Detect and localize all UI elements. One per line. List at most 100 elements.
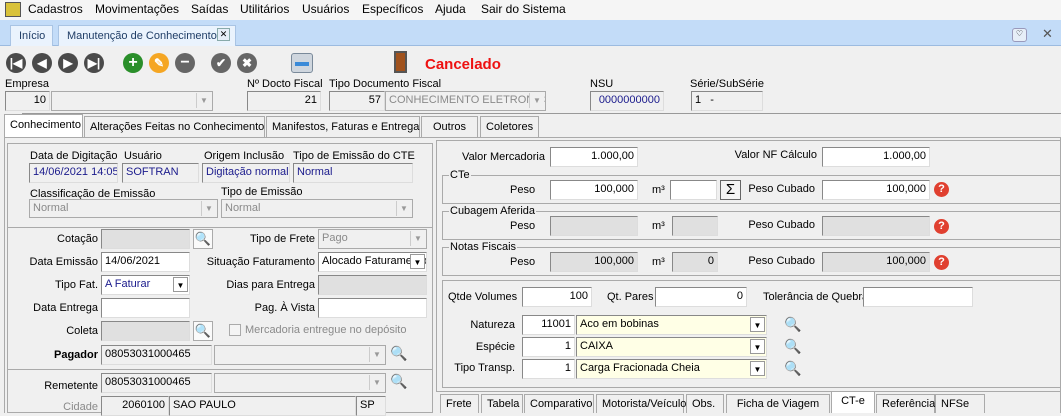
tab-obs[interactable]: Obs.	[686, 394, 724, 413]
help-icon[interactable]: ?	[934, 182, 949, 197]
pagador-select[interactable]: ▼	[214, 345, 386, 365]
menu-sair[interactable]: Sair do Sistema	[481, 2, 566, 16]
help-icon[interactable]: ?	[934, 219, 949, 234]
tab-alteracoes[interactable]: Alterações Feitas no Conhecimento	[84, 116, 265, 137]
remetente-label: Remetente	[44, 380, 98, 392]
tab-conhecimento[interactable]: Conhecimento	[4, 114, 83, 137]
tab-frete[interactable]: Frete	[440, 394, 479, 413]
docto-field[interactable]: 21	[247, 91, 321, 111]
classif-select[interactable]: Normal ▼	[29, 199, 218, 218]
qt-pares-field[interactable]: 0	[655, 287, 747, 307]
dias-field[interactable]	[318, 275, 427, 295]
menu-especificos[interactable]: Específicos	[362, 2, 423, 16]
natureza-search-icon[interactable]: 🔍	[784, 316, 801, 333]
first-record-icon[interactable]: |◀	[6, 53, 26, 73]
data-entrega-field[interactable]	[101, 298, 190, 318]
especie-search-icon[interactable]: 🔍	[784, 338, 801, 355]
tipo-doc-code-field[interactable]: 57	[329, 91, 385, 111]
serie-field[interactable]: 1 -	[691, 91, 763, 111]
natureza-select[interactable]: Aco em bobinas ▼	[576, 315, 767, 335]
cte-m3-field[interactable]	[670, 180, 717, 200]
cte-peso-field[interactable]: 100,000	[550, 180, 638, 200]
nf-group-title: Notas Fiscais	[449, 241, 518, 253]
menu-cadastros[interactable]: Cadastros	[28, 2, 83, 16]
tipo-transp-select[interactable]: Carga Fracionada Cheia ▼	[576, 359, 767, 379]
previous-record-icon[interactable]: ◀	[32, 53, 52, 73]
tab-tabela[interactable]: Tabela	[481, 394, 523, 413]
nsu-field[interactable]: 0000000000	[590, 91, 664, 111]
data-dig-field[interactable]: 14/06/2021 14:05	[29, 163, 118, 183]
menu-saidas[interactable]: Saídas	[191, 2, 228, 16]
tab-manifestos[interactable]: Manifestos, Faturas e Entrega	[266, 116, 420, 137]
menu-ajuda[interactable]: Ajuda	[435, 2, 466, 16]
natureza-code-field[interactable]: 11001	[522, 315, 575, 335]
coleta-field[interactable]	[101, 321, 190, 341]
remetente-select[interactable]: ▼	[214, 373, 386, 393]
help-icon[interactable]: ?	[934, 255, 949, 270]
pag-vista-field[interactable]	[318, 298, 427, 318]
tipo-frete-select[interactable]: Pago ▼	[318, 229, 427, 249]
tab-referencia[interactable]: Referência	[876, 394, 935, 413]
nf-m3-field[interactable]: 0	[672, 252, 718, 272]
sit-fat-select[interactable]: Alocado Faturamento ▼	[318, 252, 427, 272]
edit-icon[interactable]: ✎	[149, 53, 169, 73]
usuario-field[interactable]: SOFTRAN	[122, 163, 199, 183]
tipo-transp-search-icon[interactable]: 🔍	[784, 360, 801, 377]
tipo-emissao-cte-field[interactable]: Normal	[293, 163, 413, 183]
remetente-field[interactable]: 08053031000465	[101, 373, 212, 393]
tab-cte[interactable]: CT-e	[831, 391, 875, 413]
exit-door-icon[interactable]	[394, 51, 407, 73]
cidade-code-field[interactable]: 2060100	[101, 396, 169, 416]
tipo-fat-select[interactable]: A Faturar ▼	[101, 275, 190, 295]
mercadoria-checkbox[interactable]	[229, 324, 241, 336]
tab-nfse[interactable]: NFSe	[935, 394, 985, 413]
cancel-icon[interactable]: ✖	[237, 53, 257, 73]
cotacao-field[interactable]	[101, 229, 190, 249]
add-icon[interactable]: +	[123, 53, 143, 73]
tab-manutencao-conhecimentos[interactable]: Manutenção de Conhecimentos	[58, 25, 236, 46]
close-tab-icon[interactable]: ✕	[217, 28, 230, 41]
qtde-vol-field[interactable]: 100	[522, 287, 592, 307]
empresa-code-field[interactable]: 10	[5, 91, 50, 111]
cubagem-peso-cubado-field[interactable]	[822, 216, 930, 236]
tipo-emissao-select[interactable]: Normal ▼	[221, 199, 413, 218]
nf-peso-cubado-field[interactable]: 100,000	[822, 252, 930, 272]
tab-motorista-veiculo[interactable]: Motorista/Veículo	[596, 394, 686, 413]
dropdown-tabs-icon[interactable]: ♡	[1012, 28, 1027, 42]
tipo-transp-code-field[interactable]: 1	[522, 359, 575, 379]
especie-code-field[interactable]: 1	[522, 337, 575, 357]
last-record-icon[interactable]: ▶|	[84, 53, 104, 73]
menu-usuarios[interactable]: Usuários	[302, 2, 349, 16]
tab-ficha-viagem[interactable]: Ficha de Viagem	[726, 394, 830, 413]
menu-utilitarios[interactable]: Utilitários	[240, 2, 289, 16]
cidade-name-field[interactable]: SAO PAULO	[169, 396, 356, 416]
pagador-search-icon[interactable]: 🔍	[390, 345, 407, 362]
valor-merc-field[interactable]: 1.000,00	[550, 147, 638, 167]
delete-icon[interactable]: −	[175, 53, 195, 73]
tipo-doc-select[interactable]: CONHECIMENTO ELETRONICO ▼	[385, 91, 546, 111]
nf-peso-field[interactable]: 100,000	[550, 252, 638, 272]
tab-coletores[interactable]: Coletores	[480, 116, 539, 137]
origem-field[interactable]: Digitação normal	[202, 163, 290, 183]
unpin-icon[interactable]: ✕	[1042, 26, 1053, 42]
tolerancia-field[interactable]	[863, 287, 973, 307]
confirm-icon[interactable]: ✔	[211, 53, 231, 73]
pagador-field[interactable]: 08053031000465	[101, 345, 212, 365]
empresa-select[interactable]: ▼	[51, 91, 213, 111]
especie-select[interactable]: CAIXA ▼	[576, 337, 767, 357]
next-record-icon[interactable]: ▶	[58, 53, 78, 73]
valor-nf-field[interactable]: 1.000,00	[822, 147, 930, 167]
cubagem-m3-field[interactable]	[672, 216, 718, 236]
cubagem-peso-field[interactable]	[550, 216, 638, 236]
menu-movimentacoes[interactable]: Movimentações	[95, 2, 179, 16]
tab-comparativo[interactable]: Comparativo	[524, 394, 594, 413]
cte-peso-cubado-field[interactable]: 100,000	[822, 180, 930, 200]
coleta-search-button[interactable]: 🔍	[193, 321, 213, 341]
sum-button[interactable]: Σ	[720, 180, 741, 200]
uf-field[interactable]: SP	[356, 396, 386, 416]
remetente-search-icon[interactable]: 🔍	[390, 373, 407, 390]
printer-icon[interactable]	[291, 53, 313, 73]
tab-outros[interactable]: Outros	[421, 116, 478, 137]
tab-inicio[interactable]: Início	[10, 25, 53, 46]
data-emissao-field[interactable]: 14/06/2021	[101, 252, 190, 272]
